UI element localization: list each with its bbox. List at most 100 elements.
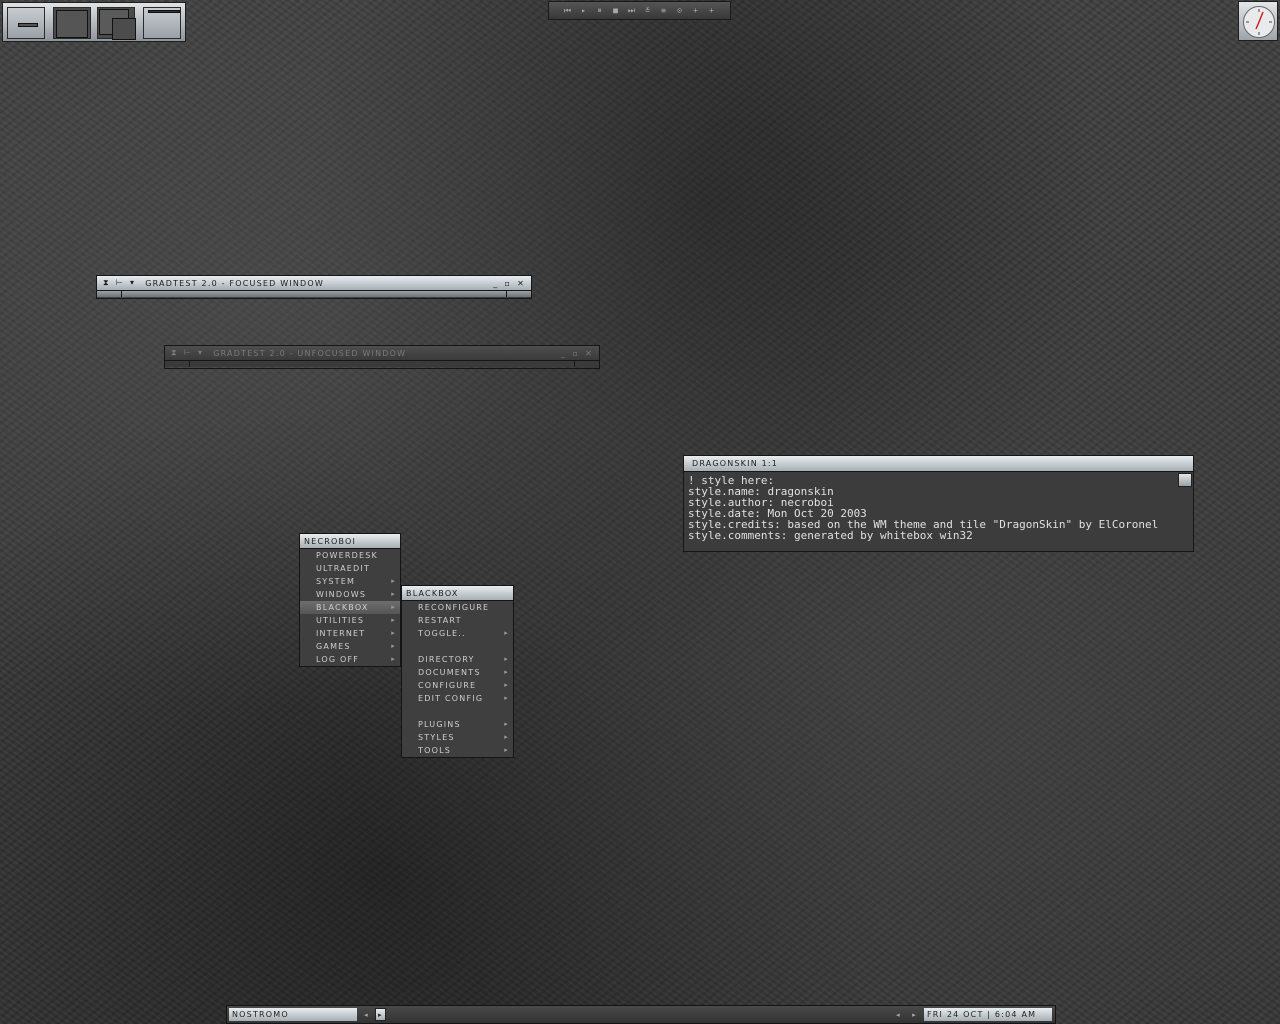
maximize-button-icon[interactable]: ▫: [572, 349, 579, 358]
menu-item-toggle[interactable]: TOGGLE.. ▸: [402, 627, 513, 640]
resize-grip-right[interactable]: [574, 361, 599, 367]
workspace-3[interactable]: [97, 7, 136, 40]
menu-item-label: WINDOWS: [316, 590, 367, 599]
menu-item-reconfigure[interactable]: RECONFIGURE: [402, 601, 513, 614]
prev-workspace-arrow-icon[interactable]: ◂: [361, 1008, 372, 1021]
menu-item-label: RECONFIGURE: [418, 603, 490, 612]
menu-item-windows[interactable]: WINDOWS ▸: [300, 588, 400, 601]
workspace-2[interactable]: [53, 7, 91, 39]
close-button-icon[interactable]: ✕: [585, 349, 593, 358]
submenu-arrow-icon: ▸: [391, 590, 396, 598]
submenu-arrow-icon: ▸: [391, 577, 396, 585]
menu-item-edit-config[interactable]: EDIT CONFIG ▸: [402, 692, 513, 705]
window-titlebar[interactable]: ⧗ ⊢ ▾ GRADTEST 2.0 - UNFOCUSED WINDOW _ …: [165, 346, 599, 360]
ontop-button-icon[interactable]: ⊢: [184, 348, 192, 358]
window-titlebar[interactable]: ⧗ ⊢ ▾ GRADTEST 2.0 - FOCUSED WINDOW _ ▫ …: [97, 276, 531, 290]
workspace-4[interactable]: [143, 7, 181, 39]
playlist-icon[interactable]: ≡: [659, 6, 669, 15]
menu-item-label: BLACKBOX: [316, 603, 369, 612]
window-thumbnail: [18, 23, 38, 27]
menu-item-label: CONFIGURE: [418, 681, 477, 690]
volume-up-icon[interactable]: +: [691, 6, 701, 15]
workspace-1[interactable]: [7, 7, 45, 39]
menu-item-games[interactable]: GAMES ▸: [300, 640, 400, 653]
eject-icon[interactable]: ≚: [643, 6, 653, 15]
submenu-arrow-icon: ▸: [504, 655, 509, 663]
scrollbar-thumb[interactable]: [1178, 473, 1192, 487]
clock-face-icon: [1243, 6, 1275, 38]
menu-item-label: DOCUMENTS: [418, 668, 481, 677]
clock-hands-icon: [1246, 9, 1272, 35]
options-icon[interactable]: ⊙: [675, 6, 685, 15]
workspace-name-label[interactable]: NOSTROMO: [229, 1008, 357, 1021]
prev-task-arrow-icon[interactable]: ◂: [893, 1008, 904, 1021]
menu-item-documents[interactable]: DOCUMENTS ▸: [402, 666, 513, 679]
viewer-text[interactable]: ! style here: style.name: dragonskin style…: [684, 472, 1193, 544]
submenu-arrow-icon: ▸: [391, 603, 396, 611]
minimize-button-icon[interactable]: _: [493, 279, 498, 288]
resize-grip-left[interactable]: [97, 291, 122, 297]
window-thumbnail: [56, 10, 88, 38]
next-workspace-arrow-icon[interactable]: ▸: [375, 1008, 386, 1021]
submenu-arrow-icon: ▸: [391, 616, 396, 624]
submenu-arrow-icon: ▸: [504, 668, 509, 676]
sticky-button-icon[interactable]: ⧗: [103, 278, 110, 288]
menu-item-plugins[interactable]: PLUGINS ▸: [402, 718, 513, 731]
menu-item-label: PLUGINS: [418, 720, 461, 729]
blackbox-submenu: BLACKBOX RECONFIGURE RESTART TOGGLE.. ▸ D…: [401, 585, 514, 758]
submenu-arrow-icon: ▸: [504, 746, 509, 754]
menu-item-utilities[interactable]: UTILITIES ▸: [300, 614, 400, 627]
menu-item-restart[interactable]: RESTART: [402, 614, 513, 627]
toolbar-clock[interactable]: FRI 24 OCT | 6:04 AM: [924, 1008, 1052, 1021]
submenu-arrow-icon: ▸: [391, 655, 396, 663]
menu-item-label: RESTART: [418, 616, 462, 625]
menu-button-icon[interactable]: ▾: [130, 278, 135, 288]
stop-icon[interactable]: ■: [611, 6, 621, 15]
maximize-button-icon[interactable]: ▫: [504, 279, 511, 288]
menu-item-ultraedit[interactable]: ULTRAEDIT: [300, 562, 400, 575]
window-title: GRADTEST 2.0 - UNFOCUSED WINDOW: [213, 348, 407, 358]
sticky-button-icon[interactable]: ⧗: [171, 348, 178, 358]
window-thumbnail: [112, 18, 136, 40]
menu-item-directory[interactable]: DIRECTORY ▸: [402, 653, 513, 666]
window-handle[interactable]: [165, 360, 599, 367]
root-menu: NECROBOI POWERDESK ULTRAEDIT SYSTEM ▸ WIN…: [299, 533, 401, 667]
focused-window: ⧗ ⊢ ▾ GRADTEST 2.0 - FOCUSED WINDOW _ ▫ …: [96, 275, 532, 299]
menu-item-label: UTILITIES: [316, 616, 365, 625]
resize-grip-right[interactable]: [506, 291, 531, 297]
menu-item-system[interactable]: SYSTEM ▸: [300, 575, 400, 588]
window-thumbnail: [148, 10, 180, 13]
menu-item-powerdesk[interactable]: POWERDESK: [300, 549, 400, 562]
menu-item-tools[interactable]: TOOLS ▸: [402, 744, 513, 757]
submenu-arrow-icon: ▸: [391, 629, 396, 637]
menu-title: BLACKBOX: [402, 586, 513, 601]
pause-icon[interactable]: ⏸: [595, 6, 605, 16]
submenu-arrow-icon: ▸: [504, 681, 509, 689]
window-handle-bar[interactable]: [190, 361, 574, 367]
window-handle[interactable]: [97, 290, 531, 297]
menu-item-internet[interactable]: INTERNET ▸: [300, 627, 400, 640]
menu-item-blackbox[interactable]: BLACKBOX ▸: [300, 601, 400, 614]
menu-item-log-off[interactable]: LOG OFF ▸: [300, 653, 400, 666]
menu-item-label: EDIT CONFIG: [418, 694, 484, 703]
submenu-arrow-icon: ▸: [504, 694, 509, 702]
prev-track-icon[interactable]: ⏮: [563, 6, 573, 16]
ontop-button-icon[interactable]: ⊢: [116, 278, 124, 288]
submenu-arrow-icon: ▸: [504, 720, 509, 728]
close-button-icon[interactable]: ✕: [517, 279, 525, 288]
resize-grip-left[interactable]: [165, 361, 190, 367]
menu-item-configure[interactable]: CONFIGURE ▸: [402, 679, 513, 692]
menu-button-icon[interactable]: ▾: [198, 348, 203, 358]
menu-item-label: STYLES: [418, 733, 455, 742]
minimize-button-icon[interactable]: _: [561, 349, 566, 358]
menu-item-styles[interactable]: STYLES ▸: [402, 731, 513, 744]
window-handle-bar[interactable]: [122, 291, 506, 297]
menu-title: NECROBOI: [300, 534, 400, 549]
next-task-arrow-icon[interactable]: ▸: [909, 1008, 920, 1021]
menu-separator: [402, 640, 513, 653]
next-track-icon[interactable]: ⏭: [627, 6, 637, 16]
volume-down-icon[interactable]: +: [707, 6, 717, 15]
viewer-title[interactable]: DRAGONSKIN 1:1: [684, 456, 1193, 472]
media-control-bar: ⏮ ▸ ⏸ ■ ⏭ ≚ ≡ ⊙ + +: [548, 1, 731, 20]
play-icon[interactable]: ▸: [579, 6, 589, 15]
